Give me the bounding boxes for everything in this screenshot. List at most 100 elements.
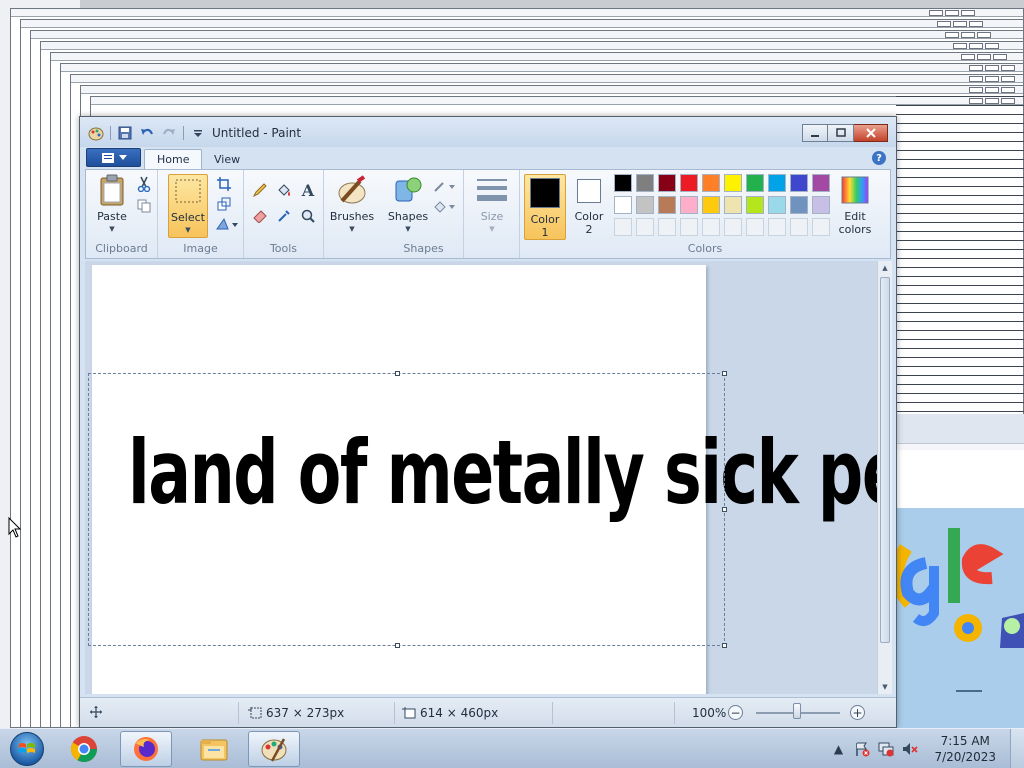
custom-color-slot[interactable] [790,218,808,236]
custom-color-slot[interactable] [812,218,830,236]
palette-swatch[interactable] [636,174,654,192]
selection-handle[interactable] [395,643,400,648]
network-icon[interactable] [877,740,895,758]
custom-color-slot[interactable] [746,218,764,236]
crop-button[interactable] [214,174,234,194]
custom-color-slot[interactable] [702,218,720,236]
palette-swatch[interactable] [680,174,698,192]
paint-menu-button[interactable] [86,148,141,167]
paint-app-icon[interactable] [88,125,104,141]
palette-swatch[interactable] [768,174,786,192]
fill-button[interactable] [432,196,458,216]
help-icon[interactable]: ? [872,151,886,165]
scroll-thumb[interactable] [880,277,890,643]
selection-handle[interactable] [395,371,400,376]
taskbar-paint[interactable] [248,731,300,767]
undo-icon[interactable] [139,125,155,141]
copy-icon [137,199,151,213]
show-hidden-icons-icon[interactable]: ▲ [829,740,847,758]
palette-swatch[interactable] [658,174,676,192]
color1-button[interactable]: Color 1 [524,174,566,240]
customize-qat-chevron-icon[interactable] [190,125,206,141]
magnifier-tool[interactable] [298,206,318,226]
tab-view[interactable]: View [202,149,252,169]
maximize-button[interactable] [828,124,854,142]
clock-date: 7/20/2023 [934,750,996,764]
scroll-down-arrow[interactable]: ▼ [878,680,892,694]
taskbar: ▲ 7:15 AM 7/20/2023 [0,728,1024,768]
quick-access-toolbar [88,125,206,141]
shapes-button[interactable]: Shapes ▼ [386,174,430,236]
color-picker-tool[interactable] [274,206,294,226]
palette-swatch[interactable] [614,196,632,214]
pencil-tool[interactable] [250,180,270,200]
size-group: Size ▼ [464,170,520,258]
custom-color-slot[interactable] [680,218,698,236]
palette-swatch[interactable] [614,174,632,192]
palette-swatch[interactable] [812,196,830,214]
selection-rectangle[interactable] [88,371,727,648]
palette-swatch[interactable] [746,174,764,192]
text-tool[interactable]: A [298,180,318,200]
taskbar-explorer[interactable] [188,731,240,767]
edit-colors-button[interactable]: Edit colors [832,174,878,236]
paint-window: Untitled - Paint Home View ? Paste ▼ Cli… [79,116,897,728]
outline-button[interactable] [432,176,458,196]
palette-swatch[interactable] [724,196,742,214]
palette-swatch[interactable] [724,174,742,192]
paste-button[interactable]: Paste ▼ [92,174,132,236]
palette-swatch[interactable] [702,174,720,192]
browser-window-fragment [896,414,1024,728]
custom-color-slot[interactable] [768,218,786,236]
close-button[interactable] [854,124,888,142]
brushes-button[interactable]: Brushes ▼ [330,174,374,236]
volume-muted-icon[interactable] [901,740,919,758]
clock[interactable]: 7:15 AM 7/20/2023 [934,733,996,765]
copy-button[interactable] [134,196,154,216]
palette-swatch[interactable] [680,196,698,214]
custom-color-slot[interactable] [614,218,632,236]
firefox-icon [134,737,158,761]
selection-handle[interactable] [722,371,727,376]
selection-handle[interactable] [722,507,727,512]
shapes-group-label: Shapes [403,242,444,255]
palette-swatch[interactable] [746,196,764,214]
custom-color-slot[interactable] [724,218,742,236]
vertical-scrollbar[interactable]: ▲ ▼ [877,261,892,694]
palette-swatch[interactable] [636,196,654,214]
palette-swatch[interactable] [658,196,676,214]
zoom-slider-thumb[interactable] [793,703,801,719]
drawing-canvas[interactable]: land of metally sick people [88,265,877,694]
palette-swatch[interactable] [702,196,720,214]
edit-colors-icon [839,174,871,206]
palette-swatch[interactable] [768,196,786,214]
colors-group-label: Colors [687,242,723,255]
taskbar-firefox[interactable] [120,731,172,767]
palette-swatch[interactable] [790,174,808,192]
custom-color-slot[interactable] [658,218,676,236]
custom-color-slot[interactable] [636,218,654,236]
zoom-out-button[interactable]: − [728,705,743,720]
action-center-flag-icon[interactable] [853,740,871,758]
resize-button[interactable] [214,194,234,214]
palette-swatch[interactable] [812,174,830,192]
palette-swatch[interactable] [790,196,808,214]
save-icon[interactable] [117,125,133,141]
color2-button[interactable]: Color 2 [568,174,610,236]
tab-home[interactable]: Home [144,149,203,169]
canvas-area[interactable]: land of metally sick people [85,261,877,694]
scroll-up-arrow[interactable]: ▲ [878,261,892,275]
fill-tool[interactable] [274,180,294,200]
clock-time: 7:15 AM [940,734,990,748]
select-button[interactable]: Select ▼ [168,174,208,238]
selection-handle[interactable] [722,643,727,648]
minimize-button[interactable] [802,124,828,142]
redo-icon[interactable] [161,125,177,141]
show-desktop-button[interactable] [1010,729,1024,768]
eraser-tool[interactable] [250,206,270,226]
start-button[interactable] [4,730,50,768]
taskbar-chrome[interactable] [58,731,110,767]
rotate-button[interactable] [214,214,240,234]
zoom-in-button[interactable]: + [850,705,865,720]
cut-button[interactable] [134,174,154,194]
